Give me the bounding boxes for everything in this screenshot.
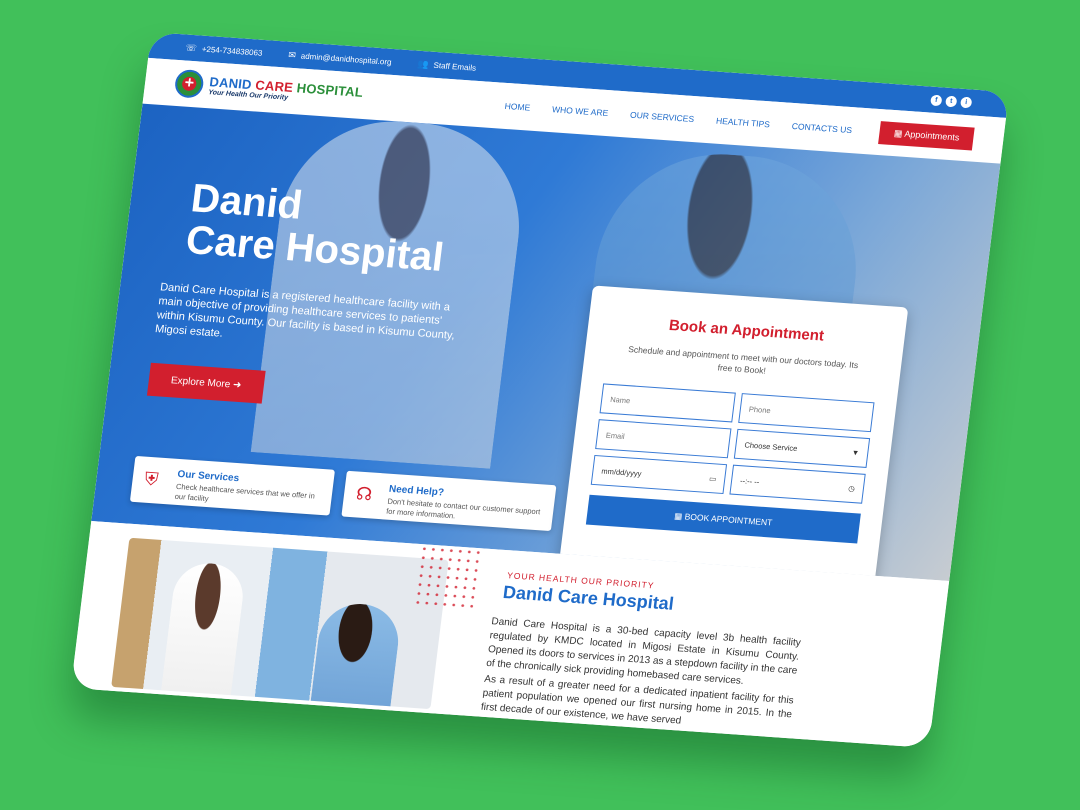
form-title: Book an Appointment <box>667 316 825 345</box>
nav-menu: HOME WHO WE ARE OUR SERVICES HEALTH TIPS… <box>504 101 852 135</box>
social-links: f t i <box>930 94 973 108</box>
calendar-icon: ▭ <box>708 473 717 483</box>
our-services-card[interactable]: ⛨ Our Services Check healthcare services… <box>129 455 336 516</box>
service-select[interactable]: Choose Service ▼ <box>733 428 871 468</box>
need-help-card[interactable]: ☊ Need Help? Don't hesitate to contact o… <box>341 470 557 532</box>
email-contact[interactable]: ✉ admin@danidhospital.org <box>288 49 392 67</box>
shield-plus-icon: ⛨ <box>143 468 160 490</box>
nav-who-we-are[interactable]: WHO WE ARE <box>552 104 609 118</box>
phone-contact[interactable]: ☏ +254-734838063 <box>185 42 263 58</box>
email-icon: ✉ <box>287 49 297 60</box>
email-address: admin@danidhospital.org <box>300 51 393 67</box>
appointments-button[interactable]: ▦ Appointments <box>878 120 975 151</box>
phone-icon: ☏ <box>185 41 198 53</box>
website-mockup: ☏ +254-734838063 ✉ admin@danidhospital.o… <box>70 32 1010 748</box>
nav-health-tips[interactable]: HEALTH TIPS <box>715 116 770 130</box>
support-headset-icon: ☊ <box>355 483 374 505</box>
caret-down-icon: ▼ <box>851 447 860 457</box>
instagram-icon[interactable]: i <box>960 96 973 108</box>
logo-cross-icon: + <box>173 68 205 99</box>
appointment-form: Book an Appointment Schedule and appoint… <box>555 285 909 582</box>
name-input[interactable]: Name <box>599 383 736 423</box>
phone-number: +254-734838063 <box>201 44 264 58</box>
form-subtitle: Schedule and appointment to meet with ou… <box>627 344 859 376</box>
calendar-icon: ▦ <box>893 127 904 139</box>
doctor-figure <box>161 561 247 696</box>
nav-contacts[interactable]: CONTACTS US <box>791 121 852 135</box>
email-input[interactable]: Email <box>595 419 732 459</box>
twitter-icon[interactable]: t <box>945 95 958 107</box>
site-logo[interactable]: + DANID CARE HOSPITAL Your Health Our Pr… <box>173 68 365 110</box>
about-photo <box>111 537 449 710</box>
facebook-icon[interactable]: f <box>930 94 943 106</box>
nav-our-services[interactable]: OUR SERVICES <box>630 110 695 124</box>
date-input[interactable]: mm/dd/yyyy ▭ <box>590 454 728 495</box>
clock-icon: ◷ <box>847 483 856 493</box>
staff-emails-link[interactable]: 👥 Staff Emails <box>417 58 477 73</box>
arrow-circle-icon: ➜ <box>232 379 243 392</box>
hero-title: Danid Care Hospital <box>183 176 447 280</box>
users-icon: 👥 <box>416 58 430 69</box>
time-input[interactable]: --:-- -- ◷ <box>729 464 866 504</box>
book-appointment-button[interactable]: ▦ BOOK APPOINTMENT <box>585 494 861 544</box>
nav-home[interactable]: HOME <box>504 101 531 113</box>
phone-input[interactable]: Phone <box>738 393 875 433</box>
explore-more-button[interactable]: Explore More ➜ <box>146 362 266 404</box>
patient-figure <box>309 601 403 710</box>
hero-section: Danid Care Hospital Danid Care Hospital i… <box>91 103 1001 582</box>
dot-pattern <box>413 544 481 608</box>
staff-emails-label: Staff Emails <box>433 60 477 73</box>
